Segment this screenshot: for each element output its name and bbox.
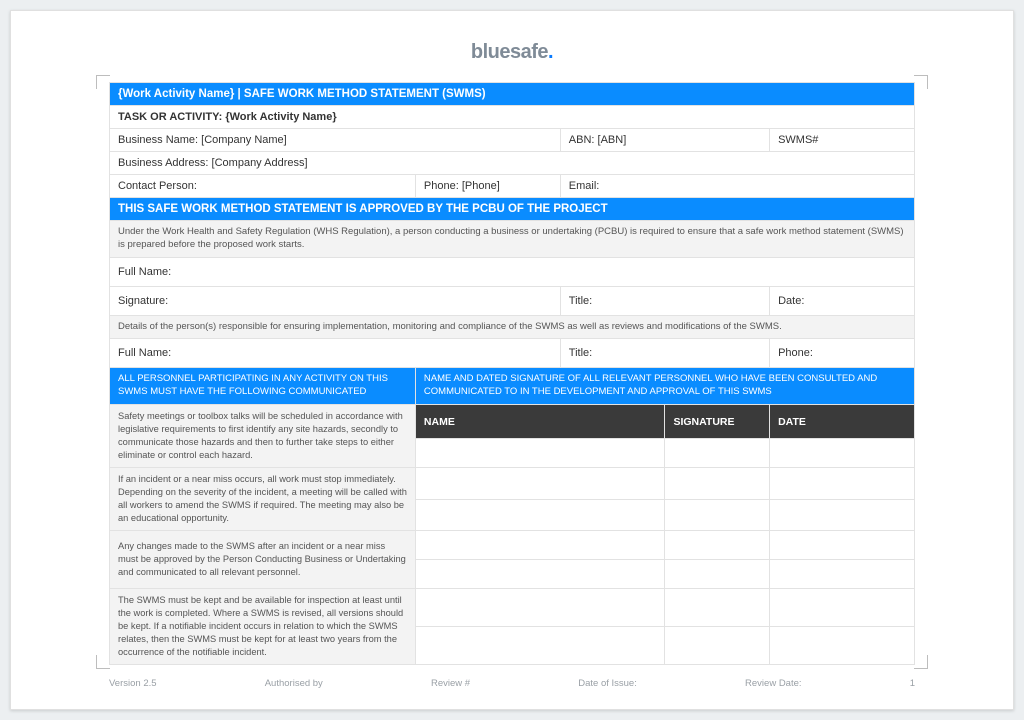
sig-row-signature bbox=[665, 560, 770, 589]
sig-row-name bbox=[415, 499, 665, 531]
sig-head-signature: SIGNATURE bbox=[665, 405, 770, 439]
communication-left-header: ALL PERSONNEL PARTICIPATING IN ANY ACTIV… bbox=[110, 368, 416, 405]
business-name-cell: Business Name: [Company Name] bbox=[110, 129, 561, 152]
document-page: bluesafe. {Work Activity Name} | SAFE WO… bbox=[10, 10, 1014, 710]
sig-row-date bbox=[770, 560, 915, 589]
swms-number-cell: SWMS# bbox=[770, 129, 915, 152]
task-row: TASK OR ACTIVITY: {Work Activity Name} bbox=[110, 106, 915, 129]
phone-cell: Phone: [Phone] bbox=[415, 175, 560, 198]
email-cell: Email: bbox=[560, 175, 914, 198]
para-1: Safety meetings or toolbox talks will be… bbox=[110, 405, 416, 468]
whs-text: Under the Work Health and Safety Regulat… bbox=[110, 221, 915, 258]
para-4: The SWMS must be kept and be available f… bbox=[110, 589, 416, 665]
sig-row-signature bbox=[665, 531, 770, 560]
sig-row-date bbox=[770, 531, 915, 560]
page-footer: Version 2.5 Authorised by Review # Date … bbox=[109, 678, 915, 689]
footer-version: Version 2.5 bbox=[109, 678, 157, 689]
sig-row-name bbox=[415, 560, 665, 589]
brand-text: bluesafe bbox=[471, 41, 548, 63]
crop-mark-icon bbox=[914, 75, 928, 89]
crop-mark-icon bbox=[96, 655, 110, 669]
sig-row-date bbox=[770, 468, 915, 500]
footer-reviewdate: Review Date: bbox=[745, 678, 802, 689]
sig-head-name: NAME bbox=[415, 405, 665, 439]
responsible-phone: Phone: bbox=[770, 339, 915, 368]
sig-row-date bbox=[770, 627, 915, 665]
responsible-text: Details of the person(s) responsible for… bbox=[110, 315, 915, 339]
communication-right-header: NAME AND DATED SIGNATURE OF ALL RELEVANT… bbox=[415, 368, 914, 405]
sig-row-name bbox=[415, 468, 665, 500]
title-bar: {Work Activity Name} | SAFE WORK METHOD … bbox=[110, 83, 915, 106]
sig-row-name bbox=[415, 439, 665, 468]
approval-bar: THIS SAFE WORK METHOD STATEMENT IS APPRO… bbox=[110, 198, 915, 221]
sig-row-signature bbox=[665, 589, 770, 627]
approver-signature: Signature: bbox=[110, 286, 561, 315]
crop-mark-icon bbox=[914, 655, 928, 669]
approver-fullname: Full Name: bbox=[110, 257, 915, 286]
para-3: Any changes made to the SWMS after an in… bbox=[110, 531, 416, 589]
responsible-fullname: Full Name: bbox=[110, 339, 561, 368]
sig-head-date: DATE bbox=[770, 405, 915, 439]
sig-row-signature bbox=[665, 468, 770, 500]
sig-row-signature bbox=[665, 627, 770, 665]
sig-row-name bbox=[415, 531, 665, 560]
footer-review: Review # bbox=[431, 678, 470, 689]
contact-person-cell: Contact Person: bbox=[110, 175, 416, 198]
footer-auth: Authorised by bbox=[265, 678, 323, 689]
approver-date: Date: bbox=[770, 286, 915, 315]
para-2: If an incident or a near miss occurs, al… bbox=[110, 468, 416, 531]
sig-row-date bbox=[770, 589, 915, 627]
sig-row-name bbox=[415, 627, 665, 665]
sig-row-signature bbox=[665, 499, 770, 531]
sig-row-date bbox=[770, 499, 915, 531]
responsible-title: Title: bbox=[560, 339, 769, 368]
brand-logo: bluesafe. bbox=[11, 41, 1013, 64]
sig-row-signature bbox=[665, 439, 770, 468]
abn-cell: ABN: [ABN] bbox=[560, 129, 769, 152]
footer-page: 1 bbox=[910, 678, 915, 689]
crop-mark-icon bbox=[96, 75, 110, 89]
business-address-cell: Business Address: [Company Address] bbox=[110, 152, 915, 175]
footer-issue: Date of Issue: bbox=[578, 678, 637, 689]
swms-table: {Work Activity Name} | SAFE WORK METHOD … bbox=[109, 82, 915, 665]
sig-row-date bbox=[770, 439, 915, 468]
document-body: {Work Activity Name} | SAFE WORK METHOD … bbox=[109, 82, 915, 665]
brand-dot: . bbox=[548, 41, 553, 63]
sig-row-name bbox=[415, 589, 665, 627]
approver-title: Title: bbox=[560, 286, 769, 315]
